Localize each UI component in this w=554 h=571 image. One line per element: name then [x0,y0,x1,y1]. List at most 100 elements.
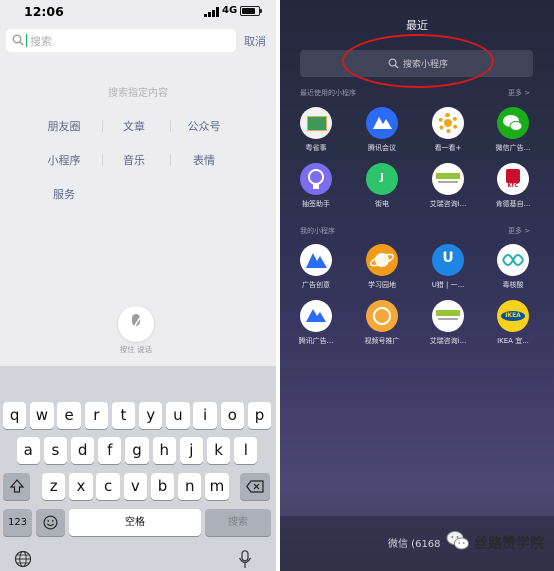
category-stickers[interactable]: 表情 [174,152,234,168]
wechat-tab-label: 微信 (6168 [388,539,441,550]
cancel-button[interactable]: 取消 [244,33,266,49]
key-c[interactable]: c [96,473,120,500]
recent-more-link[interactable]: 更多 > [508,88,530,98]
mini-program-app[interactable]: 抽签助手 [290,163,342,209]
key-w[interactable]: w [30,402,54,429]
app-icon [497,244,529,276]
app-label: 视频号推广 [364,337,400,345]
app-icon: U [432,244,464,276]
search-hint: 搜索指定内容 [108,88,168,99]
app-label: 艾瑞咨询i... [429,337,467,345]
key-j[interactable]: j [179,437,204,464]
mini-program-app[interactable]: KFC 肯德基自... [487,163,539,209]
search-key[interactable]: 搜索 [205,509,271,536]
app-label: 微信广告... [495,144,531,152]
numbers-key[interactable]: 123 [3,509,32,536]
app-label: 街电 [375,200,389,208]
app-icon [366,107,398,139]
app-icon: IKEA [497,300,529,332]
watermark-text: 丝路赞学院 [474,536,544,552]
key-g[interactable]: g [125,437,149,464]
key-n[interactable]: n [178,473,202,500]
battery-icon [240,6,262,16]
keyboard: qwertyuiop asdfghjkl zxcvbnm 123 空格 搜索 [0,366,276,571]
app-icon [300,163,332,195]
key-u[interactable]: u [166,402,190,429]
key-s[interactable]: s [43,437,68,464]
mini-program-app[interactable]: 看一看+ [422,107,474,153]
key-i[interactable]: i [193,402,217,429]
search-input[interactable]: 搜索 [6,29,236,52]
key-a[interactable]: a [16,437,40,464]
category-services[interactable]: 服务 [34,186,94,202]
shift-key[interactable] [3,473,30,500]
delete-key[interactable] [240,473,270,500]
key-k[interactable]: k [206,437,231,464]
key-b[interactable]: b [150,473,175,500]
key-p[interactable]: p [247,402,272,429]
key-t[interactable]: t [111,402,136,429]
wechat-search-screen: 12:06 4G 搜索 取消 搜索指定内容 朋友圈 文章 公众号 小程序 音乐 … [0,0,276,571]
app-icon [300,244,332,276]
mini-program-app[interactable]: J 街电 [356,163,408,209]
app-label: 毒核酸 [502,281,524,289]
mini-program-app[interactable]: 毒核酸 [487,244,539,290]
app-label: IKEA 宜... [497,337,529,345]
category-mini-programs[interactable]: 小程序 [34,152,94,168]
app-icon [300,300,332,332]
category-articles[interactable]: 文章 [104,118,164,134]
key-q[interactable]: q [3,402,27,429]
space-key[interactable]: 空格 [69,509,201,536]
voice-label: 按住 说话 [119,345,153,354]
mini-program-app[interactable]: 腾讯会议 [356,107,408,153]
mini-program-app[interactable]: 艾瑞咨询i... [422,300,474,346]
app-icon: KFC [497,163,529,195]
app-label: 肯德基自... [495,200,531,208]
mini-program-app[interactable]: 微信广告... [487,107,539,153]
app-label: 粤省事 [305,144,327,152]
recent-section-label: 最近使用的小程序 [300,89,356,97]
mini-program-app[interactable]: IKEA IKEA 宜... [487,300,539,346]
mini-program-app[interactable]: 艾瑞咨询i... [422,163,474,209]
key-l[interactable]: l [234,437,258,464]
emoji-key[interactable] [36,509,65,536]
app-label: 广告创意 [302,281,330,289]
key-h[interactable]: h [152,437,176,464]
app-icon [432,107,464,139]
microphone-icon [130,314,142,333]
category-music[interactable]: 音乐 [104,152,164,168]
app-icon [366,244,398,276]
mini-program-recent-screen: 最近 搜索小程序 最近使用的小程序 更多 > 粤省事 腾讯会议 看一看+ 微信广告..… [280,0,554,571]
mine-section-label: 我的小程序 [300,227,335,235]
app-icon [432,163,464,195]
key-d[interactable]: d [70,437,95,464]
category-moments[interactable]: 朋友圈 [34,118,94,134]
mini-program-app[interactable]: 粤省事 [290,107,342,153]
mine-more-link[interactable]: 更多 > [508,226,530,236]
globe-icon[interactable] [14,550,32,568]
key-z[interactable]: z [42,473,66,500]
key-f[interactable]: f [98,437,122,464]
app-label: 学习园地 [368,281,396,289]
key-r[interactable]: r [84,402,108,429]
key-v[interactable]: v [123,473,147,500]
voice-input-button[interactable] [118,306,154,342]
mini-program-app[interactable]: 腾讯广告... [290,300,342,346]
key-x[interactable]: x [69,473,93,500]
mini-program-app[interactable]: U U猎 | 一... [422,244,474,290]
mini-program-app[interactable]: 学习园地 [356,244,408,290]
search-icon [12,34,24,46]
wechat-logo-icon [446,531,469,550]
category-official-accounts[interactable]: 公众号 [174,118,234,134]
app-icon [366,300,398,332]
app-label: 腾讯会议 [368,144,396,152]
mini-program-app[interactable]: 视频号推广 [356,300,408,346]
key-m[interactable]: m [205,473,229,500]
key-y[interactable]: y [139,402,163,429]
mini-program-app[interactable]: 广告创意 [290,244,342,290]
key-o[interactable]: o [220,402,244,429]
microphone-icon[interactable] [238,550,252,570]
delete-icon [246,480,264,493]
signal-icon [204,7,219,17]
key-e[interactable]: e [57,402,81,429]
